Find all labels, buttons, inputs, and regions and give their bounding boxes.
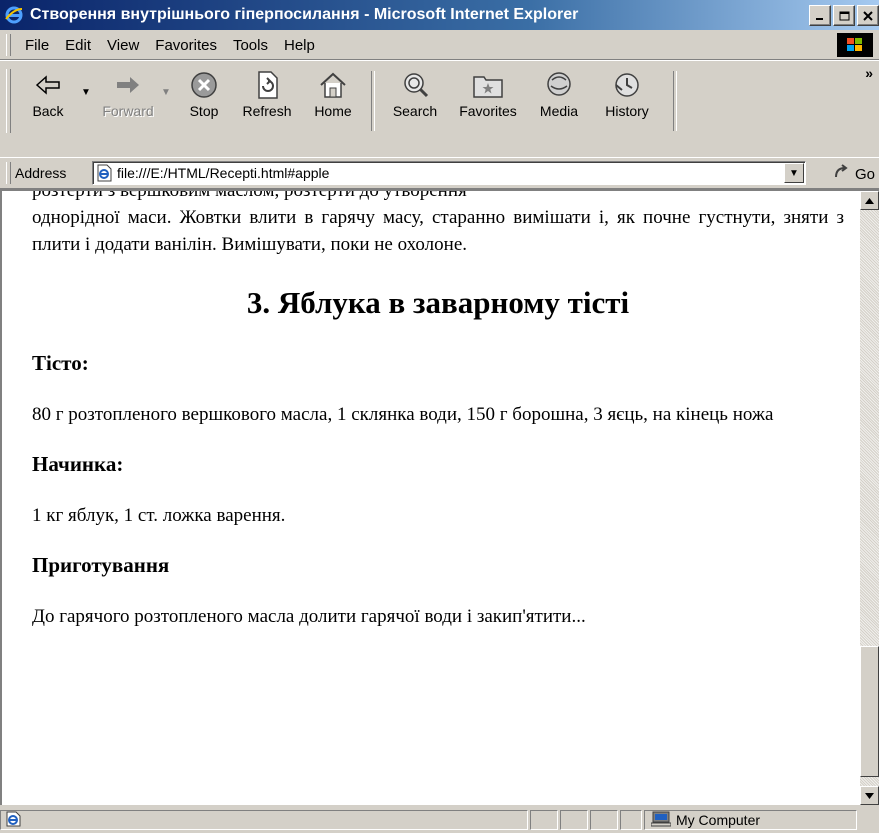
history-button[interactable]: History bbox=[591, 61, 663, 119]
vertical-scrollbar[interactable] bbox=[860, 191, 879, 805]
address-label: Address bbox=[15, 165, 67, 181]
menu-favorites[interactable]: Favorites bbox=[147, 37, 225, 54]
dough-heading: Тісто: bbox=[32, 351, 89, 375]
address-dropdown-icon[interactable]: ▼ bbox=[784, 163, 804, 183]
forward-button[interactable]: Forward bbox=[95, 61, 161, 119]
address-url[interactable]: file:///E:/HTML/Recepti.html#apple bbox=[117, 165, 329, 181]
zone-label: My Computer bbox=[676, 812, 761, 828]
minimize-button[interactable] bbox=[809, 5, 831, 26]
favorites-label: Favorites bbox=[459, 103, 517, 119]
toolbar-separator bbox=[371, 71, 375, 131]
refresh-icon bbox=[253, 67, 281, 103]
refresh-button[interactable]: Refresh bbox=[233, 61, 301, 119]
toolbar-separator-2 bbox=[673, 71, 677, 131]
search-button[interactable]: Search bbox=[381, 61, 449, 119]
scroll-up-button[interactable] bbox=[860, 191, 879, 210]
address-bar: Address file:///E:/HTML/Recepti.html#app… bbox=[0, 157, 879, 189]
page-icon bbox=[95, 164, 113, 182]
menu-view[interactable]: View bbox=[99, 37, 147, 54]
page-content: розтерти з вершковим маслом, розтерти до… bbox=[32, 189, 844, 630]
back-label: Back bbox=[32, 103, 64, 119]
go-label: Go bbox=[854, 165, 875, 183]
back-arrow-icon bbox=[33, 67, 63, 103]
preparation-heading: Приготування bbox=[32, 553, 170, 577]
stop-icon bbox=[189, 67, 219, 103]
home-button[interactable]: Home bbox=[301, 61, 365, 119]
status-bar: My Computer bbox=[0, 807, 879, 833]
preparation-text: До гарячого розтопленого масла долити га… bbox=[32, 606, 586, 627]
media-label: Media bbox=[539, 103, 579, 119]
back-button[interactable]: Back bbox=[15, 61, 81, 119]
standard-toolbar: Back ▼ Forward ▼ Stop Refresh Home Searc… bbox=[0, 60, 879, 158]
cut-off-line: розтерти з вершковим маслом, розтерти до… bbox=[32, 189, 467, 201]
stop-label: Stop bbox=[189, 103, 219, 119]
menu-file[interactable]: File bbox=[17, 37, 57, 54]
history-icon bbox=[612, 67, 642, 103]
media-button[interactable]: Media bbox=[527, 61, 591, 119]
my-computer-icon bbox=[650, 811, 672, 830]
ie-window: Створення внутрішнього гіперпосилання - … bbox=[0, 0, 879, 833]
toolbar-chevron-icon[interactable]: » bbox=[865, 65, 873, 81]
windows-logo-icon bbox=[837, 33, 873, 57]
scroll-down-button[interactable] bbox=[860, 786, 879, 805]
favorites-folder-icon bbox=[472, 67, 504, 103]
status-zone-pane: My Computer bbox=[644, 810, 857, 830]
search-label: Search bbox=[392, 103, 438, 119]
go-arrow-icon bbox=[833, 163, 851, 185]
menu-edit[interactable]: Edit bbox=[57, 37, 99, 54]
history-label: History bbox=[605, 103, 649, 119]
addressbar-grip[interactable] bbox=[6, 162, 11, 184]
menu-bar: File Edit View Favorites Tools Help bbox=[0, 31, 879, 60]
toolbar-grip[interactable] bbox=[6, 69, 11, 133]
ie-page-status-icon bbox=[5, 811, 23, 830]
ie-logo-icon bbox=[4, 5, 24, 25]
media-icon bbox=[544, 67, 574, 103]
menu-help[interactable]: Help bbox=[276, 37, 323, 54]
status-pane-4 bbox=[620, 810, 642, 830]
page-viewport[interactable]: розтерти з вершковим маслом, розтерти до… bbox=[0, 189, 879, 805]
status-pane-1 bbox=[530, 810, 558, 830]
status-main-pane bbox=[0, 810, 528, 830]
go-button[interactable]: Go bbox=[833, 163, 875, 185]
back-dropdown-icon[interactable]: ▼ bbox=[81, 87, 95, 98]
filling-text: 1 кг яблук, 1 ст. ложка варення. bbox=[32, 505, 286, 526]
close-button[interactable] bbox=[857, 5, 879, 26]
dough-text: 80 г розтопленого вершкового масла, 1 ск… bbox=[32, 404, 774, 425]
title-bar[interactable]: Створення внутрішнього гіперпосилання - … bbox=[0, 0, 879, 30]
home-label: Home bbox=[314, 103, 352, 119]
home-icon bbox=[318, 67, 348, 103]
search-icon bbox=[400, 67, 430, 103]
forward-dropdown-icon[interactable]: ▼ bbox=[161, 87, 175, 98]
window-title: Створення внутрішнього гіперпосилання - … bbox=[30, 6, 579, 23]
stop-button[interactable]: Stop bbox=[175, 61, 233, 119]
intro-paragraph: однорідної маси. Жовтки влити в гарячу м… bbox=[32, 207, 844, 255]
menu-tools[interactable]: Tools bbox=[225, 37, 276, 54]
address-input[interactable]: file:///E:/HTML/Recepti.html#apple ▼ bbox=[92, 161, 806, 185]
status-pane-3 bbox=[590, 810, 618, 830]
filling-heading: Начинка: bbox=[32, 452, 124, 476]
status-pane-2 bbox=[560, 810, 588, 830]
menubar-grip[interactable] bbox=[6, 34, 11, 56]
forward-arrow-icon bbox=[113, 67, 143, 103]
recipe-heading: 3. Яблука в заварному тісті bbox=[246, 285, 630, 320]
forward-label: Forward bbox=[102, 103, 154, 119]
refresh-label: Refresh bbox=[242, 103, 292, 119]
scroll-thumb[interactable] bbox=[860, 646, 879, 777]
favorites-button[interactable]: Favorites bbox=[449, 61, 527, 119]
maximize-button[interactable] bbox=[833, 5, 855, 26]
